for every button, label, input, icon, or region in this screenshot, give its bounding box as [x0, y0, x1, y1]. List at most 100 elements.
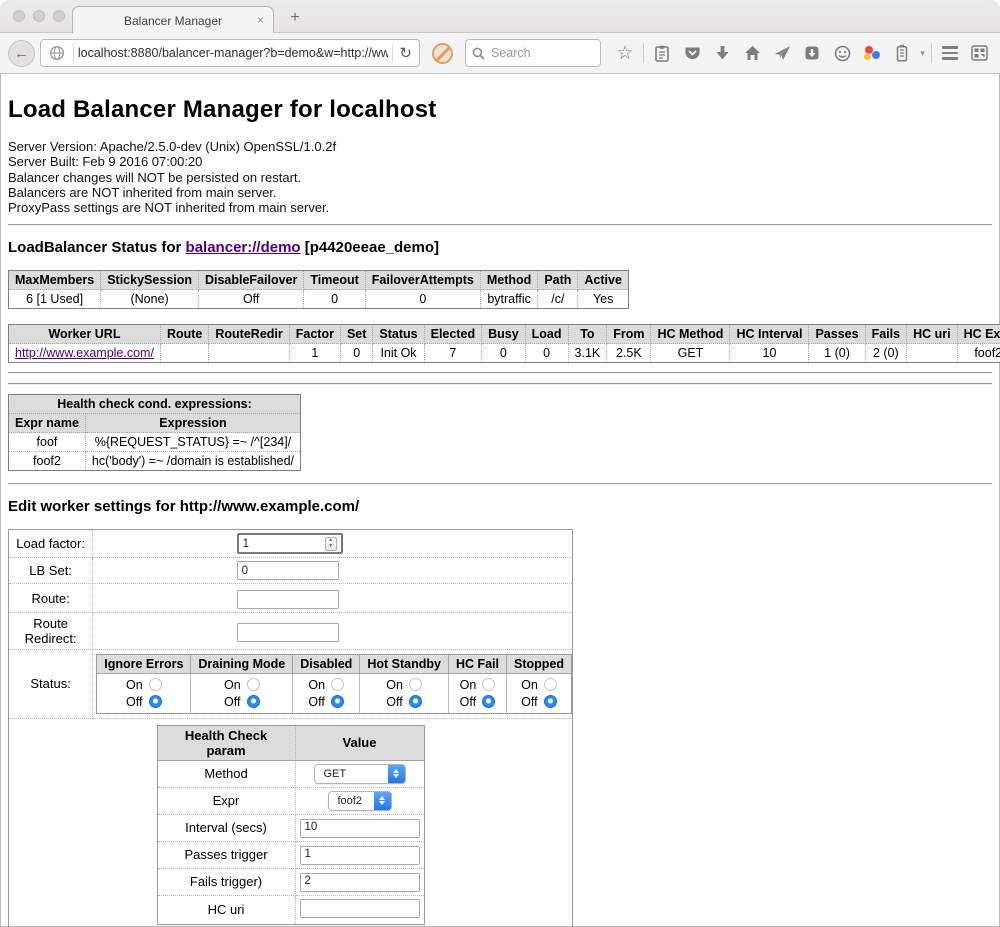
hc-uri-label: HC uri: [158, 896, 296, 924]
download-icon[interactable]: [710, 41, 734, 65]
dropdown-caret-icon[interactable]: ▾: [920, 48, 925, 59]
server-version-line: Server Version: Apache/2.5.0-dev (Unix) …: [8, 139, 992, 154]
worker-cell: 0: [341, 344, 373, 362]
battery-icon[interactable]: [890, 41, 914, 65]
status-on-label: On: [521, 678, 538, 692]
worker-column-header: Status: [373, 325, 424, 344]
feedback-smiley-icon[interactable]: [830, 41, 854, 65]
status-on-label: On: [386, 678, 403, 692]
balancer-summary-table: MaxMembersStickySessionDisableFailoverTi…: [8, 270, 629, 309]
worker-column-header: HC uri: [907, 325, 958, 344]
status-off-label: Off: [386, 695, 403, 709]
worker-column-header: Worker URL: [9, 325, 161, 344]
worker-header-row: Worker URLRouteRouteRedirFactorSetStatus…: [9, 325, 1000, 344]
hc-expr-table-title: Health check cond. expressions:: [9, 395, 300, 414]
menu-hamburger-icon[interactable]: [938, 41, 962, 65]
summary-column-header: DisableFailover: [199, 271, 304, 290]
route-redirect-input[interactable]: [237, 623, 339, 642]
hc-params-column-header: Health Check param: [158, 726, 296, 761]
close-window-button[interactable]: [13, 10, 25, 22]
worker-column-header: Passes: [809, 325, 865, 344]
tab-groups-icon[interactable]: [968, 41, 992, 65]
method-select[interactable]: GET: [314, 764, 406, 784]
url-bar[interactable]: localhost:8880/balancer-manager?b=demo&w…: [40, 39, 420, 67]
status-table: Ignore ErrorsDraining ModeDisabledHot St…: [96, 654, 572, 714]
inherit-note-line: Balancers are NOT inherited from main se…: [8, 185, 992, 200]
status-on-radio[interactable]: [482, 678, 495, 691]
balancer-link[interactable]: balancer://demo: [186, 239, 301, 256]
load-factor-input[interactable]: 1 ▲▼: [237, 533, 343, 554]
home-icon[interactable]: [740, 41, 764, 65]
summary-column-header: Active: [578, 271, 628, 290]
heading-prefix: LoadBalancer Status for: [8, 239, 186, 256]
status-off-radio[interactable]: [331, 695, 344, 708]
select-arrows-icon: [388, 765, 405, 783]
status-off-radio[interactable]: [409, 695, 422, 708]
worker-url-link[interactable]: http://www.example.com/: [15, 346, 154, 360]
number-stepper-icon[interactable]: ▲▼: [325, 537, 337, 551]
reload-icon[interactable]: ↻: [399, 44, 412, 62]
hc-uri-input[interactable]: [300, 899, 420, 918]
route-input[interactable]: [237, 590, 339, 609]
route-redirect-label: Route Redirect:: [9, 613, 93, 650]
summary-column-header: StickySession: [101, 271, 199, 290]
status-off-radio[interactable]: [482, 695, 495, 708]
hc-expr-column-header: Expr name: [9, 414, 86, 433]
load-factor-label: Load factor:: [9, 530, 93, 558]
summary-cell: 6 [1 Used]: [9, 290, 101, 308]
worker-column-header: Fails: [866, 325, 908, 344]
status-off-radio[interactable]: [544, 695, 557, 708]
worker-cell: GET: [651, 344, 730, 362]
zoom-window-button[interactable]: [53, 10, 65, 22]
send-icon[interactable]: [770, 41, 794, 65]
pocket-icon[interactable]: [680, 41, 704, 65]
interval-input[interactable]: 10: [300, 819, 420, 838]
status-off-radio[interactable]: [247, 695, 260, 708]
url-divider: [73, 44, 74, 62]
theme-colors-icon[interactable]: [860, 41, 884, 65]
status-off-label: Off: [224, 695, 241, 709]
url-divider: [392, 44, 393, 62]
lb-set-input[interactable]: 0: [237, 561, 339, 580]
status-on-radio[interactable]: [247, 678, 260, 691]
status-on-radio[interactable]: [331, 678, 344, 691]
status-on-radio[interactable]: [149, 678, 162, 691]
new-tab-button[interactable]: +: [284, 9, 306, 27]
status-off-label: Off: [521, 695, 538, 709]
hc-expr-row: foof2hc('body') =~ /domain is establishe…: [9, 452, 300, 470]
save-to-device-icon[interactable]: [800, 41, 824, 65]
expr-select[interactable]: foof2: [328, 791, 392, 811]
status-on-radio[interactable]: [544, 678, 557, 691]
interval-label: Interval (secs): [158, 815, 296, 842]
fails-label: Fails trigger): [158, 869, 296, 896]
minimize-window-button[interactable]: [33, 10, 45, 22]
bookmark-star-icon[interactable]: ☆: [613, 41, 637, 65]
hc-params-header-row: Health Check paramValue: [158, 726, 424, 761]
status-radio-cell: OnOff: [449, 674, 507, 713]
status-column-header: Hot Standby: [360, 655, 449, 674]
status-column-header: Disabled: [293, 655, 360, 674]
search-bar[interactable]: Search: [465, 39, 601, 67]
status-column-header: HC Fail: [449, 655, 507, 674]
block-icon[interactable]: [432, 43, 453, 64]
back-button[interactable]: ←: [8, 40, 35, 67]
status-radio-row: OnOffOnOffOnOffOnOffOnOffOnOff: [97, 674, 571, 713]
fails-input[interactable]: 2: [300, 873, 420, 892]
worker-cell: 2.5K: [607, 344, 651, 362]
url-text[interactable]: localhost:8880/balancer-manager?b=demo&w…: [78, 46, 388, 60]
status-radio-cell: On Off: [507, 674, 571, 713]
clipboard-icon[interactable]: [650, 41, 674, 65]
status-off-radio[interactable]: [149, 695, 162, 708]
passes-input[interactable]: 1: [300, 846, 420, 865]
form-row-route-redirect: Route Redirect:: [9, 613, 572, 650]
window-controls: [13, 10, 65, 22]
browser-tab[interactable]: Balancer Manager ×: [72, 6, 274, 34]
method-select-value: GET: [315, 765, 388, 783]
hc-param-row-expr: Expr foof2: [158, 788, 424, 815]
status-on-radio[interactable]: [409, 678, 422, 691]
worker-column-header: HC Expr: [958, 325, 1000, 344]
worker-data-row: http://www.example.com/ 10Init Ok7003.1K…: [9, 344, 1000, 362]
hc-param-row-passes: Passes trigger 1: [158, 842, 424, 869]
tab-close-icon[interactable]: ×: [257, 13, 264, 27]
route-label: Route:: [9, 584, 93, 613]
